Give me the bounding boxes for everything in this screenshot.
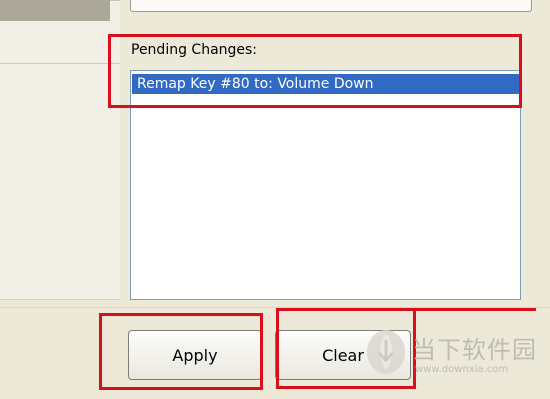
watermark: 当下软件园 www.downxia.com [362,325,550,385]
apply-button[interactable]: Apply [128,330,262,380]
left-panel [0,0,120,300]
pending-changes-label: Pending Changes: [131,42,258,58]
download-logo-icon [367,330,405,374]
watermark-url: www.downxia.com [415,364,509,375]
list-item-selected[interactable]: Remap Key #80 to: Volume Down [132,74,519,94]
highlight-box-clear-top [276,308,536,311]
left-panel-header [0,0,110,21]
top-field [130,0,532,12]
pending-changes-list[interactable]: Remap Key #80 to: Volume Down [130,70,521,300]
left-panel-divider [0,63,120,64]
watermark-text: 当下软件园 [412,336,537,364]
